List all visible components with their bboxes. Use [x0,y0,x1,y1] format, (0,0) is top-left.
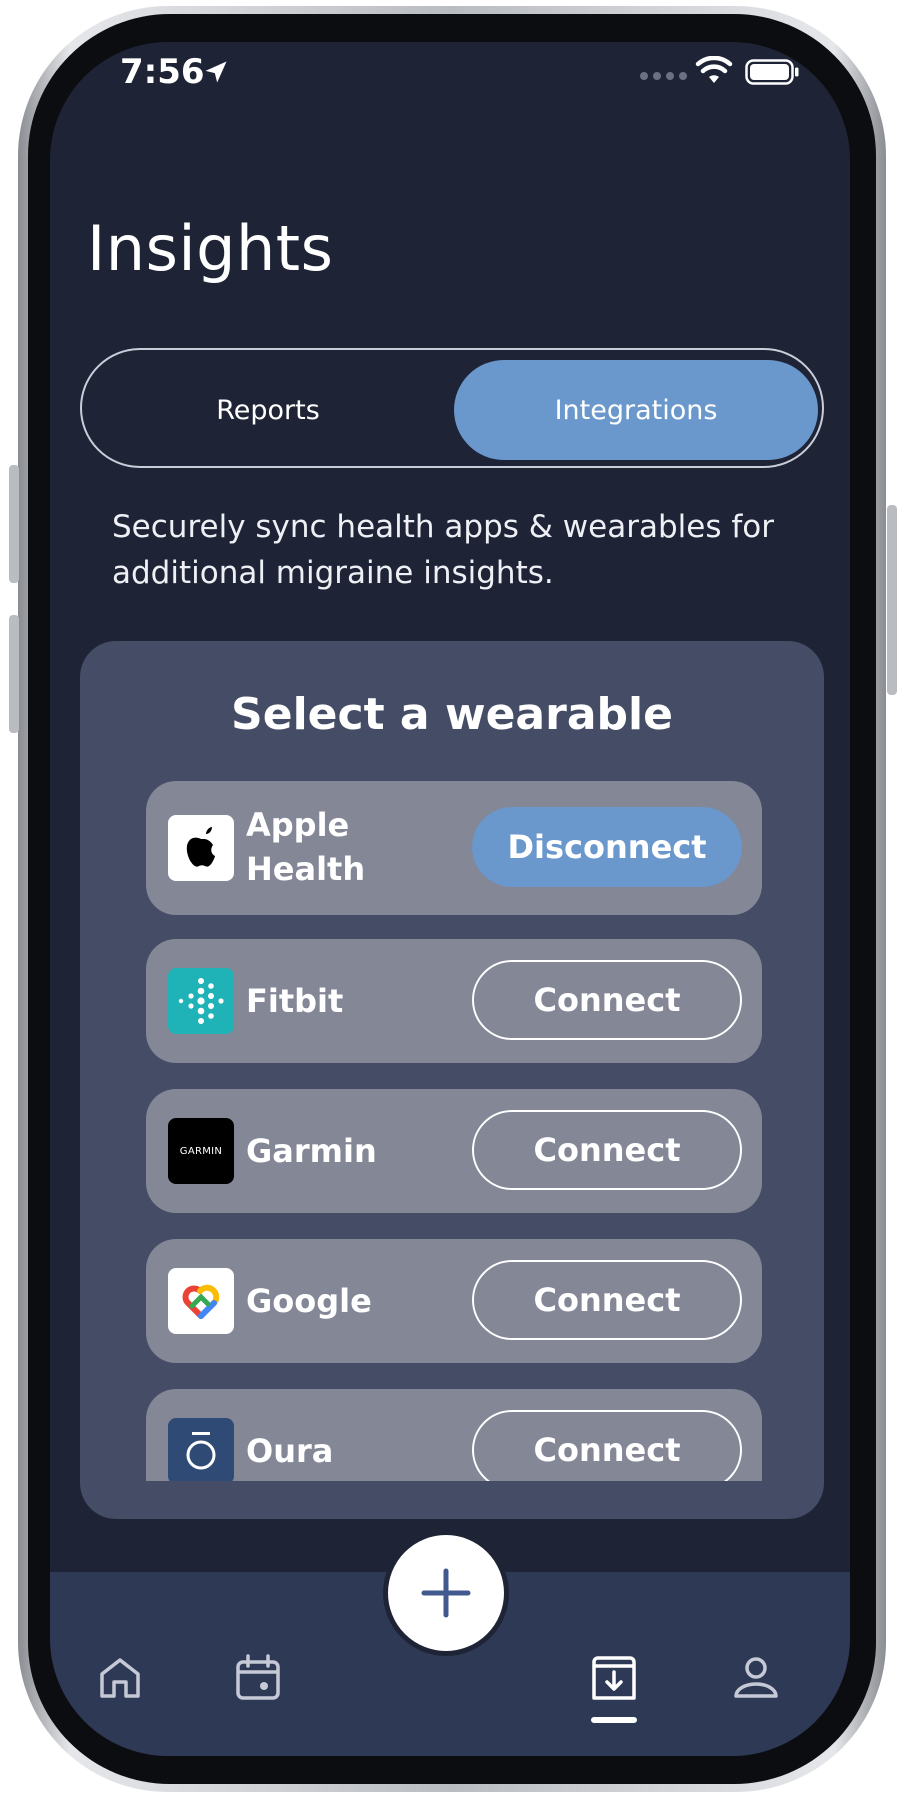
inbox-download-icon[interactable] [588,1652,640,1704]
connect-button-oura[interactable]: Connect [472,1410,742,1481]
plus-icon [421,1568,471,1618]
google-fit-icon [168,1268,234,1334]
wifi-icon [695,56,733,83]
disconnect-button[interactable]: Disconnect [472,807,742,887]
status-time: 7:56 [120,52,205,92]
wearable-row-oura: Oura Connect [146,1389,762,1481]
home-icon[interactable] [94,1652,146,1704]
wearable-name: Fitbit [246,982,344,1020]
volume-up-button [9,465,19,583]
location-arrow-icon [205,61,227,83]
battery-icon [745,59,799,85]
cellular-signal-icon [640,72,687,80]
tab-integrations[interactable]: Integrations [454,360,818,460]
power-button [887,505,897,695]
wearable-row-google: Google Connect [146,1239,762,1363]
tab-reports[interactable]: Reports [90,360,446,460]
active-tab-indicator [591,1717,637,1723]
wearable-row-garmin: GARMIN Garmin Connect [146,1089,762,1213]
wearable-name: Oura [246,1432,334,1470]
connect-button-fitbit[interactable]: Connect [472,960,742,1040]
wearable-name: Google [246,1282,372,1320]
wearable-row-fitbit: Fitbit Connect [146,939,762,1063]
fitbit-icon [168,968,234,1034]
user-icon[interactable] [730,1652,782,1704]
card-title: Select a wearable [231,689,673,740]
garmin-logo-text: GARMIN [179,1145,223,1157]
oura-icon [168,1418,234,1481]
app-screen: 7:56 Insights Reports Integrations Secur… [50,42,850,1756]
segmented-control: Reports Integrations [80,348,824,468]
wearables-card: Select a wearable Apple Health Disconnec… [80,641,824,1519]
apple-icon [168,815,234,881]
connect-button-google[interactable]: Connect [472,1260,742,1340]
wearable-row-apple-health: Apple Health Disconnect [146,781,762,915]
add-entry-button[interactable] [383,1530,509,1656]
wearable-name: Garmin [246,1132,377,1170]
calendar-icon[interactable] [232,1652,284,1704]
connect-button-garmin[interactable]: Connect [472,1110,742,1190]
garmin-icon: GARMIN [168,1118,234,1184]
volume-down-button [9,615,19,733]
page-title: Insights [87,212,334,285]
wearables-list[interactable]: Apple Health Disconnect Fitbit Connect G… [146,781,762,1481]
wearable-name: Apple Health [246,806,366,888]
integrations-description: Securely sync health apps & wearables fo… [112,509,774,591]
